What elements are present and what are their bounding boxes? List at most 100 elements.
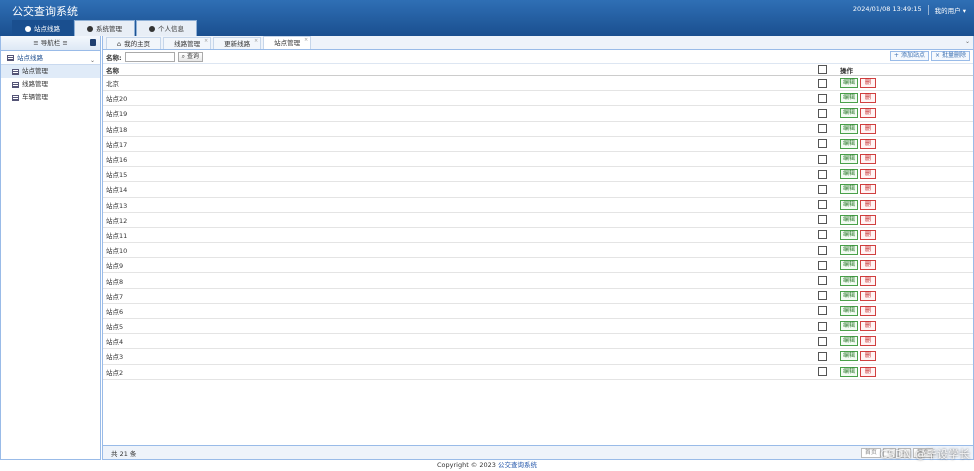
edit-button[interactable]: 编辑 (840, 78, 859, 89)
edit-button[interactable]: 编辑 (840, 169, 859, 180)
row-checkbox[interactable] (818, 169, 827, 179)
delete-button[interactable]: 删 (860, 260, 877, 271)
delete-button[interactable]: 删 (860, 154, 877, 165)
delete-button[interactable]: 删 (860, 78, 877, 89)
row-checkbox[interactable] (818, 215, 827, 225)
edit-button[interactable]: 编辑 (840, 245, 859, 256)
station-name: 站点17 (106, 140, 128, 149)
main-panel: ⌂ 我的主页 线路管理 × 更新线路 × 站点管理 × ⌄ 名称: ⌕ 查询 + 添加站点 … (102, 36, 974, 460)
chevron-down-icon: ⌄ (89, 57, 95, 64)
row-checkbox[interactable] (818, 321, 827, 331)
edit-button[interactable]: 编辑 (840, 275, 859, 286)
delete-button[interactable]: 删 (860, 290, 877, 301)
edit-button[interactable]: 编辑 (840, 290, 859, 301)
tab-update-route[interactable]: 更新线路 × (213, 37, 262, 49)
station-name: 站点14 (106, 186, 128, 195)
tab-stations[interactable]: 站点管理 × (263, 36, 312, 49)
edit-button[interactable]: 编辑 (840, 123, 859, 134)
delete-button[interactable]: 删 (860, 321, 877, 332)
row-checkbox[interactable] (818, 260, 827, 270)
grid-header: 名称 操作 (103, 64, 973, 76)
sidebar-item-vehicles[interactable]: 车辆管理 (1, 91, 100, 104)
table-row: 站点15 编辑删 (103, 167, 973, 183)
row-checkbox[interactable] (818, 291, 827, 301)
delete-button[interactable]: 删 (860, 199, 877, 210)
edit-button[interactable]: 编辑 (840, 93, 859, 104)
station-name: 站点15 (106, 171, 128, 180)
delete-button[interactable]: 删 (860, 351, 877, 362)
row-checkbox[interactable] (818, 230, 827, 240)
name-input[interactable] (124, 51, 175, 62)
edit-button[interactable]: 编辑 (840, 366, 859, 377)
delete-button[interactable]: 删 (860, 138, 877, 149)
delete-button[interactable]: 删 (860, 245, 877, 256)
batch-delete-button[interactable]: × 批量删除 (930, 51, 970, 61)
close-icon[interactable]: × (254, 38, 258, 44)
table-row: 站点12 编辑删 (103, 213, 973, 228)
sidebar-item-routes[interactable]: 线路管理 (1, 78, 100, 91)
delete-button[interactable]: 删 (860, 366, 877, 377)
top-tab-stations[interactable]: 站点线路 (12, 20, 73, 36)
edit-button[interactable]: 编辑 (840, 214, 859, 225)
top-tab-profile[interactable]: 个人信息 (136, 20, 197, 36)
lock-icon[interactable] (90, 39, 96, 46)
edit-button[interactable]: 编辑 (840, 229, 859, 240)
delete-button[interactable]: 删 (860, 305, 877, 316)
row-checkbox[interactable] (818, 200, 827, 210)
station-name: 站点13 (106, 201, 128, 210)
close-icon[interactable]: × (304, 37, 308, 43)
list-icon (12, 68, 19, 75)
station-name: 站点18 (106, 125, 128, 134)
table-row: 站点13 编辑删 (103, 198, 973, 213)
table-row: 站点2 编辑删 (103, 365, 973, 380)
row-checkbox[interactable] (818, 184, 827, 194)
delete-button[interactable]: 删 (860, 93, 877, 104)
delete-button[interactable]: 删 (860, 123, 877, 134)
select-all-checkbox[interactable] (818, 65, 827, 74)
row-checkbox[interactable] (818, 93, 827, 103)
tab-home[interactable]: ⌂ 我的主页 (106, 37, 162, 49)
delete-button[interactable]: 删 (860, 229, 877, 240)
row-checkbox[interactable] (818, 78, 827, 88)
close-icon[interactable]: × (204, 38, 208, 44)
edit-button[interactable]: 编辑 (840, 351, 859, 362)
station-name: 站点16 (106, 156, 128, 165)
row-checkbox[interactable] (818, 351, 827, 361)
delete-button[interactable]: 删 (860, 169, 877, 180)
sidebar-item-stations[interactable]: 站点管理 (1, 65, 100, 78)
edit-button[interactable]: 编辑 (840, 184, 859, 195)
delete-button[interactable]: 删 (860, 336, 877, 347)
delete-button[interactable]: 删 (860, 108, 877, 119)
toolbar: 名称: ⌕ 查询 + 添加站点 × 批量删除 (103, 50, 973, 64)
edit-button[interactable]: 编辑 (840, 154, 859, 165)
row-checkbox[interactable] (818, 154, 827, 164)
edit-button[interactable]: 编辑 (840, 305, 859, 316)
row-checkbox[interactable] (818, 367, 827, 377)
edit-button[interactable]: 编辑 (840, 260, 859, 271)
delete-button[interactable]: 删 (860, 275, 877, 286)
row-checkbox[interactable] (818, 336, 827, 346)
row-checkbox[interactable] (818, 124, 827, 134)
chevron-down-icon[interactable]: ⌄ (965, 38, 970, 45)
delete-button[interactable]: 删 (860, 214, 877, 225)
user-menu[interactable]: 我的用户 ▾ (927, 5, 966, 15)
delete-button[interactable]: 删 (860, 184, 877, 195)
edit-button[interactable]: 编辑 (840, 138, 859, 149)
table-row: 站点6 编辑删 (103, 304, 973, 319)
row-checkbox[interactable] (818, 245, 827, 255)
top-tab-system[interactable]: 系统管理 (74, 20, 135, 36)
sidebar-group-stations[interactable]: 站点线路 ⌄ (1, 51, 100, 65)
first-page-button[interactable]: 首页 (860, 448, 881, 458)
row-checkbox[interactable] (818, 139, 827, 149)
tab-routes[interactable]: 线路管理 × (163, 37, 212, 49)
add-station-button[interactable]: + 添加站点 (889, 51, 929, 61)
edit-button[interactable]: 编辑 (840, 336, 859, 347)
footer-link[interactable]: 公交查询系统 (498, 461, 537, 469)
edit-button[interactable]: 编辑 (840, 108, 859, 119)
row-checkbox[interactable] (818, 108, 827, 118)
edit-button[interactable]: 编辑 (840, 321, 859, 332)
search-button[interactable]: ⌕ 查询 (177, 51, 203, 62)
row-checkbox[interactable] (818, 306, 827, 316)
edit-button[interactable]: 编辑 (840, 199, 859, 210)
row-checkbox[interactable] (818, 276, 827, 286)
